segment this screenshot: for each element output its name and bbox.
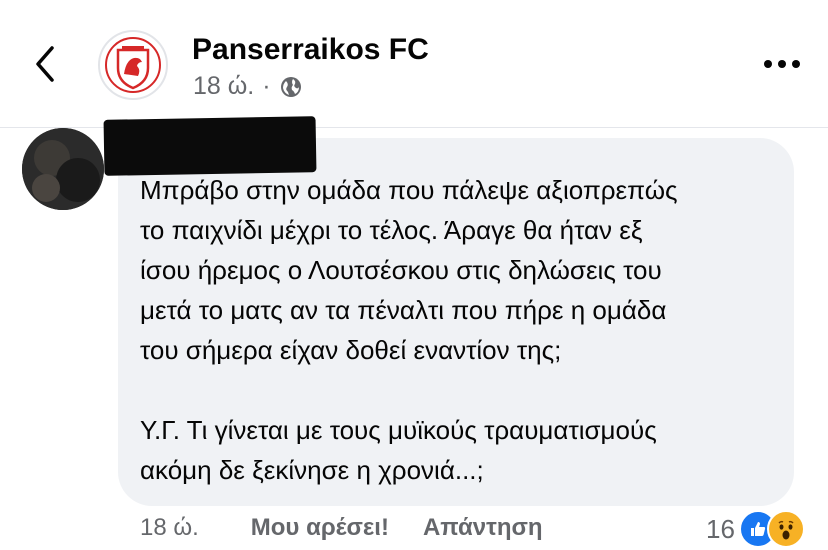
- chevron-left-icon: [36, 46, 54, 82]
- comment-line: ίσου ήρεμος ο Λουτσέσκου στις δηλώσεις τ…: [140, 255, 662, 285]
- post-header: Panserraikos FC 18 ώ. ·: [0, 0, 828, 128]
- redacted-commenter-name: [103, 116, 317, 176]
- reply-button[interactable]: Απάντηση: [423, 514, 543, 542]
- comment-line: το παιχνίδι μέχρι το τέλος. Άραγε θα ήτα…: [140, 215, 643, 245]
- comment-time[interactable]: 18 ώ.: [140, 514, 199, 542]
- globe-icon[interactable]: [279, 75, 303, 99]
- redacted-avatar: [22, 128, 104, 210]
- like-button[interactable]: Μου αρέσει!: [251, 514, 389, 542]
- wow-icon: [766, 510, 805, 548]
- page-avatar[interactable]: [98, 30, 168, 100]
- commenter-avatar[interactable]: [22, 128, 104, 210]
- page-name[interactable]: Panserraikos FC: [192, 33, 429, 67]
- more-options-button[interactable]: [760, 50, 804, 78]
- club-crest-logo: [102, 34, 164, 96]
- comment-line: Υ.Γ. Τι γίνεται με τους μυϊκούς τραυματι…: [140, 415, 657, 445]
- reaction-count[interactable]: 16: [706, 514, 735, 545]
- comment-actions: 18 ώ. Μου αρέσει! Απάντηση: [140, 514, 543, 542]
- post-meta: 18 ώ. ·: [193, 72, 303, 101]
- comment-line: μετά το ματς αν τα πέναλτι που πήρε η ομ…: [140, 295, 667, 325]
- comment-line: ακόμη δε ξεκίνησε η χρονιά...;: [140, 455, 484, 485]
- more-dots-icon: [764, 60, 800, 68]
- reaction-summary[interactable]: 16: [706, 510, 805, 548]
- post-time[interactable]: 18 ώ.: [193, 72, 254, 101]
- back-button[interactable]: [28, 40, 64, 88]
- comment-line: του σήμερα είχαν δοθεί εναντίον της;: [140, 335, 562, 365]
- comment-line: Μπράβο στην ομάδα που πάλεψε αξιοπρεπώς: [140, 175, 678, 205]
- comment-text: Μπράβο στην ομάδα που πάλεψε αξιοπρεπώς …: [140, 170, 780, 490]
- meta-separator: ·: [262, 72, 271, 100]
